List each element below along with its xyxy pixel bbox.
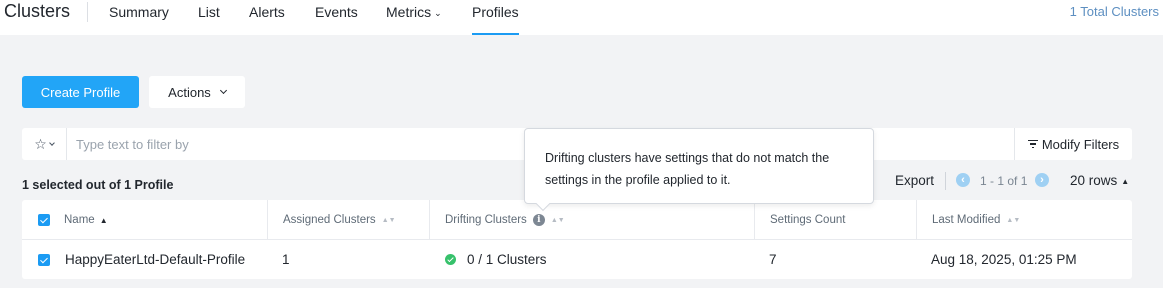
row-checkbox[interactable]: [38, 254, 50, 266]
selection-summary: 1 selected out of 1 Profile: [22, 178, 174, 192]
check-circle-icon: [445, 254, 456, 265]
cell-last-modified: Aug 18, 2025, 01:25 PM: [931, 252, 1077, 267]
chevron-down-icon: ⌄: [434, 8, 442, 18]
info-icon[interactable]: i: [532, 214, 545, 226]
total-clusters-link[interactable]: 1 Total Clusters: [1070, 4, 1159, 19]
tab-profiles[interactable]: Profiles: [472, 4, 519, 35]
title-divider: [87, 2, 88, 22]
drifting-clusters-value: 0 / 1 Clusters: [467, 252, 547, 267]
chevron-left-icon: ‹: [961, 173, 965, 186]
tab-alerts[interactable]: Alerts: [249, 4, 285, 20]
tab-events[interactable]: Events: [315, 4, 358, 20]
export-button[interactable]: Export: [895, 173, 934, 188]
rows-per-page-label: 20 rows: [1070, 173, 1118, 188]
drifting-clusters-tooltip: Drifting clusters have settings that do …: [524, 128, 874, 212]
tooltip-text: Drifting clusters have settings that do …: [545, 151, 830, 187]
column-header-name[interactable]: Name ▲: [38, 200, 267, 240]
modify-filters-button[interactable]: Modify Filters: [1014, 128, 1132, 160]
column-header-last-modified[interactable]: Last Modified ▲▼: [916, 200, 1132, 240]
next-page-button[interactable]: ›: [1035, 173, 1049, 187]
chevron-down-icon: [219, 86, 227, 94]
column-label-assigned: Assigned Clusters: [283, 214, 376, 226]
sort-icon: ▲▼: [550, 216, 565, 224]
previous-page-button[interactable]: ‹: [956, 173, 970, 187]
sort-arrows-icon: ▲: [1121, 177, 1130, 186]
rows-per-page-select[interactable]: 20 rows ▲: [1070, 173, 1129, 188]
table-header: Name ▲ Assigned Clusters ▲▼ Drifting Clu…: [22, 200, 1132, 240]
column-label-last-modified: Last Modified: [932, 214, 1001, 226]
column-label-name: Name: [64, 214, 95, 226]
cell-settings-count: 7: [769, 252, 777, 267]
profiles-table: Name ▲ Assigned Clusters ▲▼ Drifting Clu…: [22, 200, 1132, 279]
select-all-checkbox[interactable]: [38, 214, 50, 226]
sort-icon: ▲▼: [381, 216, 396, 224]
top-bar: Clusters Summary List Alerts Events Metr…: [0, 0, 1163, 35]
column-header-drifting[interactable]: Drifting Clusters i ▲▼: [429, 200, 754, 240]
sort-icon: ▲▼: [1006, 216, 1021, 224]
star-icon: ☆: [34, 136, 47, 152]
cell-name[interactable]: HappyEaterLtd-Default-Profile: [65, 240, 245, 279]
column-header-assigned[interactable]: Assigned Clusters ▲▼: [267, 200, 429, 240]
create-profile-button[interactable]: Create Profile: [22, 76, 139, 108]
favorites-filter-button[interactable]: ☆: [22, 128, 67, 160]
modify-filters-label: Modify Filters: [1041, 136, 1120, 152]
tab-metrics-label: Metrics: [386, 4, 432, 20]
tab-list[interactable]: List: [198, 4, 220, 20]
pagination-text: 1 - 1 of 1: [980, 174, 1028, 188]
column-label-settings-count: Settings Count: [770, 214, 846, 226]
sort-ascending-icon: ▲: [99, 215, 108, 225]
pager-divider: [945, 172, 946, 190]
tab-metrics[interactable]: Metrics ⌄: [386, 4, 442, 20]
column-label-drifting: Drifting Clusters: [445, 214, 527, 226]
chevron-down-icon: [48, 140, 55, 146]
cell-drifting-clusters: 0 / 1 Clusters: [445, 240, 547, 279]
chevron-right-icon: ›: [1040, 173, 1044, 186]
cell-assigned-clusters: 1: [282, 252, 290, 267]
filter-icon: [1027, 139, 1038, 149]
page-title: Clusters: [4, 1, 71, 21]
actions-label: Actions: [168, 84, 211, 100]
tab-summary[interactable]: Summary: [109, 4, 169, 20]
column-header-settings-count[interactable]: Settings Count: [754, 200, 916, 240]
actions-dropdown-button[interactable]: Actions: [149, 76, 245, 108]
